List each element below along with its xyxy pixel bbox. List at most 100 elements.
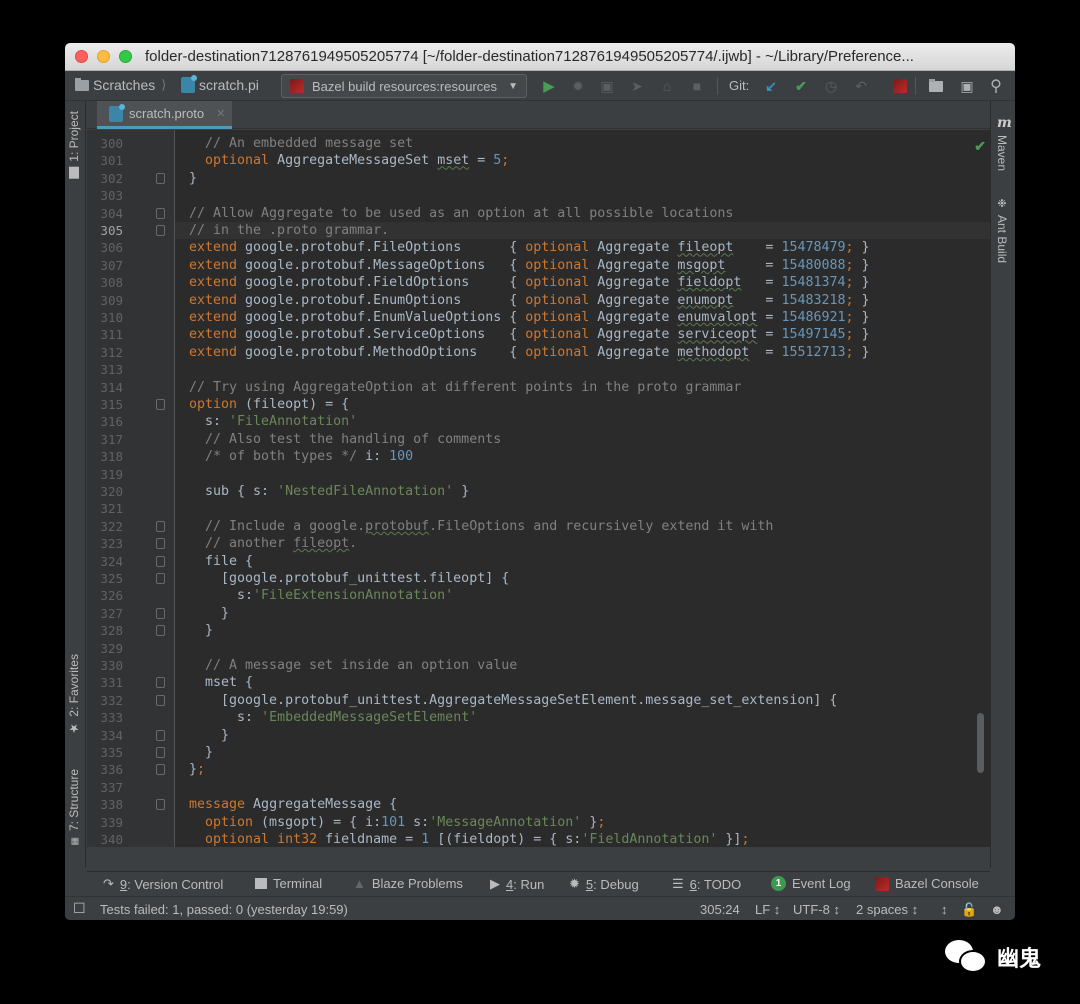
run-icon[interactable]: ▶ xyxy=(540,77,558,95)
code-line[interactable]: 338 message AggregateMessage { xyxy=(100,796,990,813)
git-update-icon[interactable]: ↙ xyxy=(762,77,780,95)
fold-marker-icon[interactable] xyxy=(156,172,165,184)
tool-bazel-console[interactable]: Bazel Console xyxy=(875,876,979,891)
code-line[interactable]: 300 // An embedded message set xyxy=(100,135,990,152)
project-structure-icon[interactable] xyxy=(927,77,945,95)
code-line[interactable]: 315 option (fileopt) = { xyxy=(100,396,990,413)
breadcrumb-scratch-file[interactable]: scratch.pi xyxy=(181,75,259,93)
code-line[interactable]: 339 option (msgopt) = { i:101 s:'Message… xyxy=(100,814,990,831)
tool-debug[interactable]: ✹ 5: Debug xyxy=(569,876,639,892)
code-line[interactable]: 306 extend google.protobuf.FileOptions { … xyxy=(100,239,990,256)
fold-marker-icon[interactable] xyxy=(156,520,165,532)
code-line[interactable]: 340 optional int32 fieldname = 1 [(field… xyxy=(100,831,990,847)
history-icon[interactable]: ◷ xyxy=(822,77,840,95)
code-line[interactable]: 316 s: 'FileAnnotation' xyxy=(100,413,990,430)
code-line[interactable]: 307 extend google.protobuf.MessageOptions… xyxy=(100,257,990,274)
code-line[interactable]: 328 } xyxy=(100,622,990,639)
tool-run[interactable]: ▶ 4: Run xyxy=(490,876,544,892)
tool-blaze-problems[interactable]: ▲ Blaze Problems xyxy=(353,876,463,891)
tool-window-structure[interactable]: ▦ 7: Structure xyxy=(67,769,81,846)
code-line[interactable]: 313 xyxy=(100,361,990,378)
fold-marker-icon[interactable] xyxy=(156,677,165,689)
code-line[interactable]: 330 // A message set inside an option va… xyxy=(100,657,990,674)
code-line[interactable]: 312 extend google.protobuf.MethodOptions … xyxy=(100,344,990,361)
context-select[interactable]: ↕ xyxy=(941,902,948,917)
code-line[interactable]: 322 // Include a google.protobuf.FileOpt… xyxy=(100,518,990,535)
toggle-tool-windows-icon[interactable]: ☐ xyxy=(73,900,86,917)
terminal-window-icon[interactable]: ▣ xyxy=(958,77,976,95)
inspection-ok-icon[interactable]: ✔ xyxy=(974,138,986,155)
zoom-window-button[interactable] xyxy=(119,50,132,63)
code-line[interactable]: 331 mset { xyxy=(100,674,990,691)
code-line[interactable]: 301 optional AggregateMessageSet mset = … xyxy=(100,152,990,169)
code-line[interactable]: 314 // Try using AggregateOption at diffe… xyxy=(100,379,990,396)
fold-marker-icon[interactable] xyxy=(156,625,165,637)
close-tab-icon[interactable]: ✕ xyxy=(216,107,225,120)
tool-terminal[interactable]: Terminal xyxy=(255,876,322,891)
code-line[interactable]: 333 s: 'EmbeddedMessageSetElement' xyxy=(100,709,990,726)
code-line[interactable]: 311 extend google.protobuf.ServiceOptions… xyxy=(100,326,990,343)
tool-version-control[interactable]: ↷ 9: Version Control xyxy=(103,876,223,892)
code-line[interactable]: 321 xyxy=(100,500,990,517)
line-separator-select[interactable]: LF ↕ xyxy=(755,902,780,917)
code-line[interactable]: 310 extend google.protobuf.EnumValueOptio… xyxy=(100,309,990,326)
git-commit-icon[interactable]: ✔ xyxy=(792,77,810,95)
hector-icon[interactable]: ☻ xyxy=(990,902,1004,917)
tool-window-favorites[interactable]: ★ 2: Favorites xyxy=(67,654,81,736)
code-line[interactable]: 337 xyxy=(100,779,990,796)
code-line[interactable]: 308 extend google.protobuf.FieldOptions {… xyxy=(100,274,990,291)
encoding-select[interactable]: UTF-8 ↕ xyxy=(793,902,840,917)
minimize-window-button[interactable] xyxy=(97,50,110,63)
code-line[interactable]: 317 // Also test the handling of comment… xyxy=(100,431,990,448)
code-line[interactable]: 304 // Allow Aggregate to be used as an o… xyxy=(100,205,990,222)
bazel-sync-icon[interactable] xyxy=(891,77,909,95)
fold-marker-icon[interactable] xyxy=(156,555,165,567)
search-icon[interactable]: ⚲ xyxy=(987,77,1005,95)
code-line[interactable]: 302} xyxy=(100,170,990,187)
code-line[interactable]: 319 xyxy=(100,466,990,483)
code-line[interactable]: 332 [google.protobuf_unittest.AggregateM… xyxy=(100,692,990,709)
fold-marker-icon[interactable] xyxy=(156,538,165,550)
code-line[interactable]: 327 } xyxy=(100,605,990,622)
code-line[interactable]: 334 } xyxy=(100,727,990,744)
fold-marker-icon[interactable] xyxy=(156,573,165,584)
fold-marker-icon[interactable] xyxy=(156,729,165,741)
profile-icon[interactable]: ➤ xyxy=(628,77,646,95)
fold-marker-icon[interactable] xyxy=(156,607,165,619)
code-line[interactable]: 318 /* of both types */ i: 100 xyxy=(100,448,990,465)
close-window-button[interactable] xyxy=(75,50,88,63)
coverage-icon[interactable]: ▣ xyxy=(598,77,616,95)
fold-marker-icon[interactable] xyxy=(156,694,165,706)
code-line[interactable]: 326 s:'FileExtensionAnnotation' xyxy=(100,587,990,604)
code-line[interactable]: 329 xyxy=(100,640,990,657)
fold-marker-icon[interactable] xyxy=(156,225,165,236)
code-area[interactable]: 300 // An embedded message set 301 option… xyxy=(100,130,990,847)
code-line[interactable]: 324 file { xyxy=(100,553,990,570)
fold-marker-icon[interactable] xyxy=(156,799,165,811)
code-line[interactable]: 303 xyxy=(100,187,990,204)
fold-marker-icon[interactable] xyxy=(156,747,165,758)
bug-icon[interactable]: ⌂ xyxy=(658,77,676,95)
vertical-scrollbar[interactable] xyxy=(977,713,984,773)
tool-todo[interactable]: ☰ 6: TODO xyxy=(672,876,741,892)
fold-marker-icon[interactable] xyxy=(156,399,165,410)
run-configuration-select[interactable]: Bazel build resources:resources ▼ xyxy=(281,74,527,98)
code-line[interactable]: 325 [google.protobuf_unittest.fileopt] { xyxy=(100,570,990,587)
code-line[interactable]: 305 // in the .proto grammar. xyxy=(100,222,990,240)
breadcrumb-scratches[interactable]: Scratches ⟩ xyxy=(75,77,168,93)
code-line[interactable]: 335 } xyxy=(100,744,990,761)
fold-marker-icon[interactable] xyxy=(156,207,165,219)
tool-window-maven[interactable]: Maven xyxy=(995,135,1009,171)
code-line[interactable]: 336}; xyxy=(100,761,990,778)
tool-window-project[interactable]: 1: Project xyxy=(67,111,81,179)
tab-scratch-proto[interactable]: scratch.proto ✕ xyxy=(97,101,232,129)
code-editor[interactable]: 300 // An embedded message set 301 option… xyxy=(87,130,990,847)
rollback-icon[interactable]: ↶ xyxy=(852,77,870,95)
status-message[interactable]: Tests failed: 1, passed: 0 (yesterday 19… xyxy=(100,902,348,917)
code-line[interactable]: 309 extend google.protobuf.EnumOptions { … xyxy=(100,292,990,309)
stop-icon[interactable]: ■ xyxy=(688,77,706,95)
code-line[interactable]: 320 sub { s: 'NestedFileAnnotation' } xyxy=(100,483,990,500)
fold-marker-icon[interactable] xyxy=(156,764,165,776)
code-line[interactable]: 323 // another fileopt. xyxy=(100,535,990,552)
debug-icon[interactable]: ✹ xyxy=(569,77,587,95)
